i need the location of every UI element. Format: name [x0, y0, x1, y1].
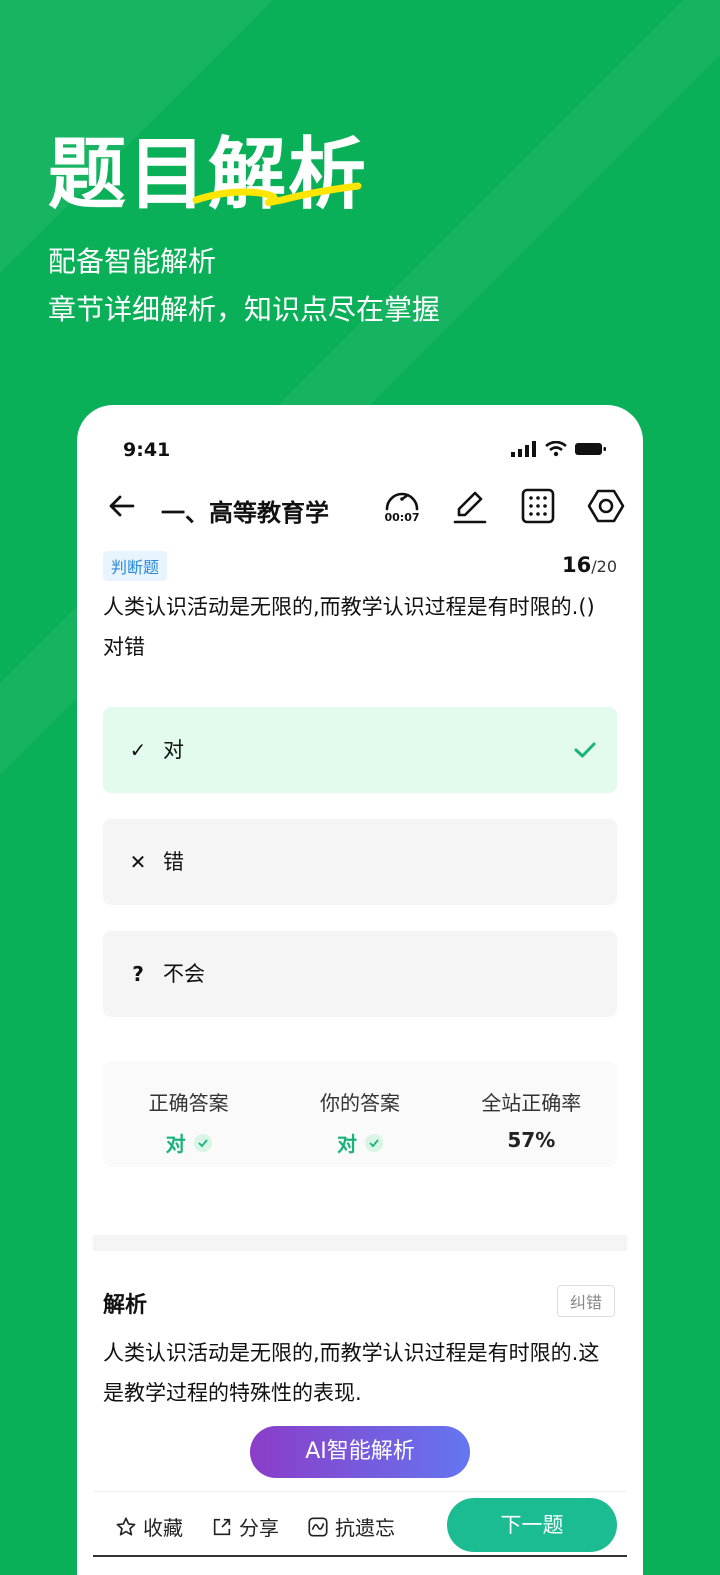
timer-button[interactable]: 00:07 [381, 485, 423, 527]
anti-forget-button[interactable]: 抗遗忘 [307, 1512, 395, 1541]
stat-value: 57% [507, 1128, 556, 1152]
correct-check-icon [574, 742, 596, 758]
stat-value: 对 [166, 1128, 212, 1157]
stat-your-answer: 你的答案 对 [274, 1061, 445, 1167]
stat-correct-answer: 正确答案 对 [103, 1061, 274, 1167]
question-type-tag: 判断题 [103, 551, 168, 581]
signal-icon [511, 441, 536, 457]
bottom-action-bar: 收藏 分享 抗遗忘 下一题 [93, 1491, 627, 1558]
hero-subtitle-2: 章节详细解析，知识点尽在掌握 [48, 293, 441, 326]
back-arrow-icon[interactable] [107, 491, 137, 521]
share-label: 分享 [239, 1516, 279, 1540]
option-symbol: ? [132, 962, 144, 986]
stat-label: 正确答案 [148, 1091, 229, 1115]
stat-value-text: 对 [165, 1132, 186, 1156]
curve-chart-icon [308, 1516, 328, 1537]
next-question-button[interactable]: 下一题 [447, 1498, 617, 1552]
current-question-number: 16 [562, 553, 592, 577]
analysis-text: 人类认识活动是无限的,而教学认识过程是有时限的.这是教学过程的特殊性的表现. [103, 1341, 600, 1405]
analysis-title: 解析 [103, 1293, 148, 1318]
hero-subtitle-1: 配备智能解析 [48, 245, 217, 278]
battery-icon [575, 443, 606, 455]
home-indicator-line [93, 1555, 627, 1557]
nav-title: 一、高等教育学 [161, 499, 329, 527]
stat-value-text: 对 [336, 1132, 357, 1156]
status-icons [511, 441, 607, 457]
option-label: 错 [163, 850, 184, 874]
answer-card-grid-icon[interactable] [517, 485, 559, 527]
timer-icon [385, 492, 419, 511]
favorite-button[interactable]: 收藏 [115, 1512, 183, 1541]
edit-pencil-icon[interactable] [449, 485, 491, 527]
stat-label: 全站正确率 [481, 1091, 582, 1115]
hero-underline-decoration [192, 182, 362, 207]
section-divider [93, 1235, 627, 1251]
settings-hexagon-icon[interactable] [585, 485, 627, 527]
stat-value: 对 [337, 1128, 383, 1157]
share-icon [213, 1518, 231, 1535]
stat-site-accuracy: 全站正确率 57% [446, 1061, 617, 1167]
question-text: 人类认识活动是无限的,而教学认识过程是有时限的.()对错 [103, 595, 595, 659]
nav-tools: 00:07 [381, 485, 643, 527]
favorite-label: 收藏 [143, 1516, 183, 1540]
option-symbol: ✕ [129, 850, 147, 874]
anti-forget-label: 抗遗忘 [335, 1516, 395, 1540]
question-counter: 16/20 [562, 553, 617, 577]
phone-screen: 9:41 一、高等教育学 00:07 判断题 16/20 人类认识活动是无限的,… [77, 405, 643, 1575]
share-button[interactable]: 分享 [211, 1512, 279, 1541]
star-icon [116, 1516, 136, 1536]
status-time: 9:41 [123, 439, 171, 461]
option-label: 不会 [163, 962, 205, 986]
report-error-button[interactable]: 纠错 [556, 1285, 615, 1317]
wifi-icon [545, 441, 567, 457]
option-unknown[interactable]: ? 不会 [103, 931, 617, 1017]
option-symbol: ✓ [129, 738, 147, 762]
nav-bar: 一、高等教育学 00:07 [77, 483, 643, 535]
stat-label: 你的答案 [319, 1091, 400, 1115]
option-label: 对 [163, 738, 184, 762]
ai-analysis-button[interactable]: AI智能解析 [250, 1426, 470, 1478]
option-true[interactable]: ✓ 对 [103, 707, 617, 793]
option-false[interactable]: ✕ 错 [103, 819, 617, 905]
timer-text: 00:07 [384, 511, 420, 524]
answer-stats: 正确答案 对 你的答案 对 全站正确率 57% [103, 1061, 617, 1167]
small-check-icon [364, 1133, 383, 1152]
total-questions: /20 [591, 557, 617, 576]
small-check-icon [193, 1133, 212, 1152]
